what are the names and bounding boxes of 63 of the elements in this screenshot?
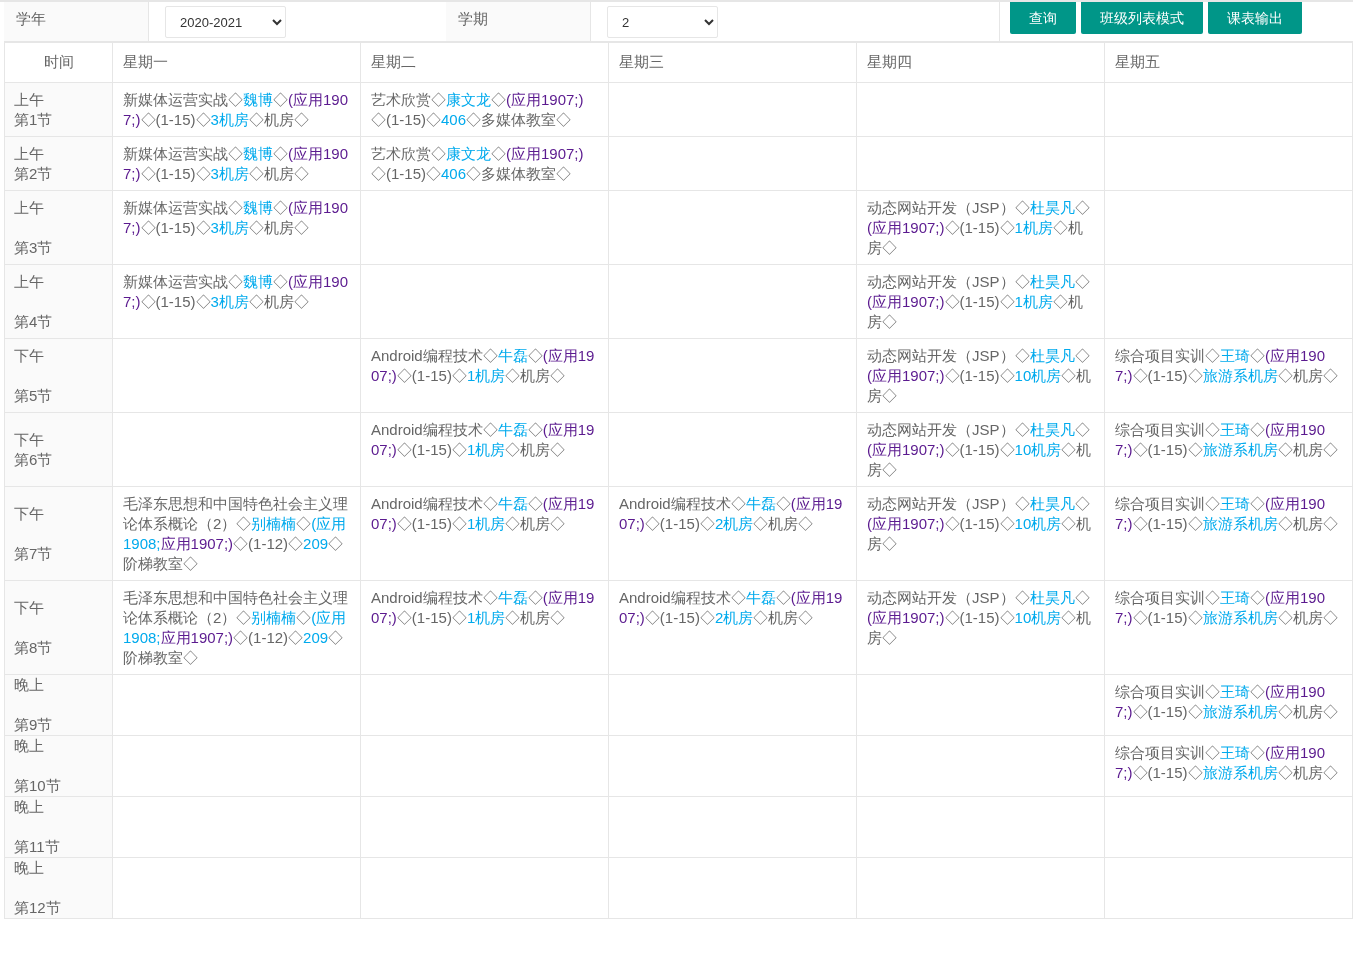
- course-entry: Android编程技术◇牛磊◇(应用1907;)◇(1-15)◇2机房◇机房◇: [619, 589, 843, 626]
- course-entry: 综合项目实训◇王琦◇(应用1907;)◇(1-15)◇旅游系机房◇机房◇: [1115, 495, 1338, 532]
- filter-label: 学年: [4, 2, 149, 41]
- course-entry: 动态网站开发（JSP）◇杜昊凡◇ (应用1907;)◇(1-15)◇1机房◇机房◇: [867, 273, 1090, 330]
- filter-label: 学期: [446, 2, 591, 41]
- period-label: 第4节: [14, 311, 54, 332]
- period-label: 第9节: [14, 715, 54, 735]
- course-entry: Android编程技术◇牛磊◇(应用1907;)◇(1-15)◇1机房◇机房◇: [371, 421, 595, 458]
- course-entry: 毛泽东思想和中国特色社会主义理论体系概论（2）◇别楠楠◇(应用1908;应用1907;)◇(1-12)◇209◇阶梯教室◇: [123, 589, 348, 666]
- course-entry: 新媒体运营实战◇魏博◇(应用1907;)◇(1-15)◇3机房◇机房◇: [123, 145, 349, 182]
- course-entry: 动态网站开发（JSP）◇杜昊凡◇ (应用1907;)◇(1-15)◇10机房◇机房◇: [867, 495, 1092, 552]
- course-entry: 动态网站开发（JSP）◇杜昊凡◇ (应用1907;)◇(1-15)◇10机房◇机房◇: [867, 421, 1092, 478]
- time-of-day: 晚上: [14, 858, 103, 878]
- time-of-day: 上午: [14, 271, 103, 292]
- course-entry: Android编程技术◇牛磊◇(应用1907;)◇(1-15)◇1机房◇机房◇: [371, 589, 595, 626]
- column-header: 星期一: [112, 42, 361, 83]
- course-entry: 动态网站开发（JSP）◇杜昊凡◇ (应用1907;)◇(1-15)◇10机房◇机房◇: [867, 347, 1092, 404]
- course-entry: 综合项目实训◇王琦◇(应用1907;)◇(1-15)◇旅游系机房◇机房◇: [1115, 347, 1338, 384]
- course-entry: 综合项目实训◇王琦◇(应用1907;)◇(1-15)◇旅游系机房◇机房◇: [1115, 589, 1338, 626]
- course-entry: 综合项目实训◇王琦◇(应用1907;)◇(1-15)◇旅游系机房◇机房◇: [1115, 744, 1338, 781]
- column-header: 星期二: [360, 42, 609, 83]
- action-button[interactable]: 查询: [1010, 2, 1076, 34]
- column-header: 星期三: [608, 42, 857, 83]
- period-label: 第7节: [14, 543, 54, 564]
- course-entry: 综合项目实训◇王琦◇(应用1907;)◇(1-15)◇旅游系机房◇机房◇: [1115, 683, 1338, 720]
- column-header: 星期四: [856, 42, 1105, 83]
- period-label: 第12节: [14, 898, 62, 918]
- course-entry: Android编程技术◇牛磊◇(应用1907;)◇(1-15)◇1机房◇机房◇: [371, 347, 595, 384]
- course-entry: 毛泽东思想和中国特色社会主义理论体系概论（2）◇别楠楠◇(应用1908;应用1907;)◇(1-12)◇209◇阶梯教室◇: [123, 495, 348, 572]
- period-label: 第8节: [14, 637, 54, 658]
- course-entry: 新媒体运营实战◇魏博◇(应用1907;)◇(1-15)◇3机房◇机房◇: [123, 199, 349, 236]
- time-of-day: 上午: [14, 89, 103, 110]
- column-header: 时间: [4, 42, 113, 83]
- course-entry: 综合项目实训◇王琦◇(应用1907;)◇(1-15)◇旅游系机房◇机房◇: [1115, 421, 1338, 458]
- period-label: 第2节: [14, 163, 54, 184]
- period-label: 第3节: [14, 237, 54, 258]
- time-of-day: 下午: [14, 429, 103, 450]
- time-of-day: 下午: [14, 503, 103, 524]
- course-entry: Android编程技术◇牛磊◇(应用1907;)◇(1-15)◇2机房◇机房◇: [619, 495, 843, 532]
- period-label: 第1节: [14, 109, 54, 130]
- course-entry: 动态网站开发（JSP）◇杜昊凡◇ (应用1907;)◇(1-15)◇1机房◇机房◇: [867, 199, 1090, 256]
- filter-select[interactable]: 2: [607, 6, 718, 38]
- course-entry: 艺术欣赏◇康文龙◇(应用1907;) ◇(1-15)◇406◇多媒体教室◇: [371, 91, 584, 128]
- action-button[interactable]: 课表输出: [1208, 2, 1302, 34]
- time-of-day: 晚上: [14, 675, 103, 695]
- action-button[interactable]: 班级列表模式: [1081, 2, 1203, 34]
- period-label: 第10节: [14, 776, 62, 796]
- period-label: 第5节: [14, 385, 54, 406]
- time-of-day: 晚上: [14, 797, 103, 817]
- column-header: 星期五: [1104, 42, 1353, 83]
- course-entry: 新媒体运营实战◇魏博◇(应用1907;)◇(1-15)◇3机房◇机房◇: [123, 273, 349, 310]
- period-label: 第11节: [14, 837, 61, 857]
- time-of-day: 下午: [14, 597, 103, 618]
- course-entry: 艺术欣赏◇康文龙◇(应用1907;) ◇(1-15)◇406◇多媒体教室◇: [371, 145, 584, 182]
- filter-select[interactable]: 2020-2021: [165, 6, 286, 38]
- course-entry: 新媒体运营实战◇魏博◇(应用1907;)◇(1-15)◇3机房◇机房◇: [123, 91, 349, 128]
- time-of-day: 晚上: [14, 736, 103, 756]
- time-of-day: 下午: [14, 345, 103, 366]
- period-label: 第6节: [14, 449, 54, 470]
- course-entry: 动态网站开发（JSP）◇杜昊凡◇ (应用1907;)◇(1-15)◇10机房◇机房◇: [867, 589, 1092, 646]
- course-entry: Android编程技术◇牛磊◇(应用1907;)◇(1-15)◇1机房◇机房◇: [371, 495, 595, 532]
- time-of-day: 上午: [14, 197, 103, 218]
- time-of-day: 上午: [14, 143, 103, 164]
